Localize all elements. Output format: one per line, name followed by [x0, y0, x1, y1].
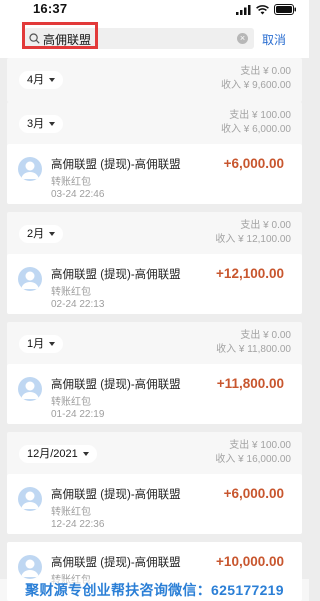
caret-down-icon	[49, 342, 56, 346]
transaction-time: 12-24 22:36	[51, 519, 105, 530]
transaction-amount: +10,000.00	[216, 554, 284, 569]
month-header-april: 4月 支出 ¥ 0.00 收入 ¥ 9,600.00	[7, 58, 302, 102]
income-summary: 收入 ¥ 12,100.00	[215, 234, 291, 245]
transaction-type: 转账红包	[51, 287, 91, 298]
month-header-february: 2月 支出 ¥ 0.00 收入 ¥ 12,100.00	[7, 212, 302, 256]
month-header-january: 1月 支出 ¥ 0.00 收入 ¥ 11,800.00	[7, 322, 302, 366]
expense-summary: 支出 ¥ 0.00	[240, 66, 291, 77]
expense-summary: 支出 ¥ 100.00	[229, 110, 291, 121]
month-label: 2月	[27, 228, 45, 240]
transaction-amount: +11,800.00	[216, 376, 284, 391]
month-label: 12月/2021	[27, 448, 78, 460]
month-filter-button[interactable]: 2月	[19, 225, 64, 243]
transaction-amount: +6,000.00	[223, 156, 284, 171]
transaction-title: 高佣联盟 (提现)-高佣联盟	[51, 489, 181, 501]
month-header-march: 3月 支出 ¥ 100.00 收入 ¥ 6,000.00	[7, 102, 302, 146]
transaction-time: 03-24 22:46	[51, 189, 105, 200]
signal-icon	[236, 4, 251, 15]
transaction-amount: +6,000.00	[223, 486, 284, 501]
month-label: 3月	[27, 118, 45, 130]
status-bar: 16:37	[0, 0, 309, 18]
caret-down-icon	[82, 452, 89, 456]
month-label: 4月	[27, 74, 45, 86]
month-filter-button[interactable]: 3月	[19, 115, 64, 133]
expense-summary: 支出 ¥ 100.00	[229, 440, 291, 451]
cancel-button[interactable]: 取消	[262, 31, 286, 48]
avatar-icon	[18, 157, 42, 181]
transaction-title: 高佣联盟 (提现)-高佣联盟	[51, 379, 181, 391]
month-filter-button[interactable]: 1月	[19, 335, 64, 353]
caret-down-icon	[49, 78, 56, 82]
transaction-time: 02-24 22:13	[51, 299, 105, 310]
highlight-annotation	[22, 22, 98, 49]
transaction-type: 转账红包	[51, 177, 91, 188]
status-icons	[236, 4, 297, 15]
month-filter-button[interactable]: 12月/2021	[19, 445, 97, 463]
clear-icon[interactable]: ×	[237, 33, 248, 44]
transaction-title: 高佣联盟 (提现)-高佣联盟	[51, 159, 181, 171]
month-label: 1月	[27, 338, 45, 350]
transaction-title: 高佣联盟 (提现)-高佣联盟	[51, 269, 181, 281]
month-filter-button[interactable]: 4月	[19, 71, 64, 89]
transaction-title: 高佣联盟 (提现)-高佣联盟	[51, 557, 181, 569]
status-time: 16:37	[33, 1, 68, 16]
income-summary: 收入 ¥ 6,000.00	[220, 124, 291, 135]
transaction-item[interactable]: 高佣联盟 (提现)-高佣联盟 转账红包 02-24 22:13 +12,100.…	[7, 254, 302, 314]
transaction-type: 转账红包	[51, 397, 91, 408]
expense-summary: 支出 ¥ 0.00	[240, 220, 291, 231]
transaction-item[interactable]: 高佣联盟 (提现)-高佣联盟 转账红包 12-24 22:36 +6,000.0…	[7, 474, 302, 534]
wifi-icon	[256, 4, 269, 14]
income-summary: 收入 ¥ 16,000.00	[215, 454, 291, 465]
month-header-december-2021: 12月/2021 支出 ¥ 100.00 收入 ¥ 16,000.00	[7, 432, 302, 476]
battery-icon	[274, 4, 296, 15]
transaction-item[interactable]: 高佣联盟 (提现)-高佣联盟 转账红包 01-24 22:19 +11,800.…	[7, 364, 302, 424]
income-summary: 收入 ¥ 11,800.00	[216, 344, 291, 355]
avatar-icon	[18, 377, 42, 401]
caret-down-icon	[49, 122, 56, 126]
transaction-time: 01-24 22:19	[51, 409, 105, 420]
transaction-amount: +12,100.00	[216, 266, 284, 281]
avatar-icon	[18, 487, 42, 511]
transaction-item[interactable]: 高佣联盟 (提现)-高佣联盟 转账红包 03-24 22:46 +6,000.0…	[7, 144, 302, 204]
transaction-type: 转账红包	[51, 507, 91, 518]
expense-summary: 支出 ¥ 0.00	[240, 330, 291, 341]
caret-down-icon	[49, 232, 56, 236]
watermark-text: 聚财源专创业帮扶咨询微信：625177219	[0, 579, 309, 601]
avatar-icon	[18, 267, 42, 291]
income-summary: 收入 ¥ 9,600.00	[220, 80, 291, 91]
avatar-icon	[18, 555, 42, 579]
